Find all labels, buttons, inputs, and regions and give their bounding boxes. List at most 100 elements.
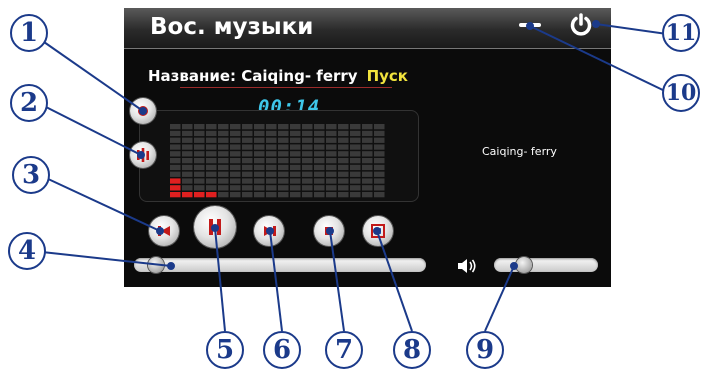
- equalizer-icon: [137, 148, 149, 162]
- spectrum-cell: [290, 185, 301, 191]
- spectrum-cell: [254, 124, 265, 130]
- spectrum-cell: [242, 171, 253, 177]
- spectrum-cell: [266, 144, 277, 150]
- spectrum-cell: [290, 144, 301, 150]
- spectrum-cell: [302, 192, 313, 198]
- spectrum-cell: [170, 178, 181, 184]
- window-title: Вос. музыки: [150, 14, 314, 40]
- equalizer-button[interactable]: [130, 142, 156, 168]
- stop-button[interactable]: [314, 216, 344, 246]
- track-name-label: Название: Caiqing- ferry: [148, 67, 358, 85]
- spectrum-cell: [350, 178, 361, 184]
- spectrum-cell: [266, 178, 277, 184]
- progress-thumb[interactable]: [147, 257, 164, 273]
- spectrum-cell: [206, 158, 217, 164]
- repeat-icon: [138, 106, 148, 116]
- track-underline: [180, 87, 392, 88]
- spectrum-cell: [182, 158, 193, 164]
- spectrum-cell: [206, 178, 217, 184]
- spectrum-cell: [170, 130, 181, 137]
- spectrum-cell: [314, 158, 325, 164]
- callout-2: 2: [10, 84, 48, 122]
- repeat-button[interactable]: [130, 98, 156, 124]
- power-icon[interactable]: [568, 12, 594, 38]
- spectrum-cell: [374, 124, 385, 130]
- spectrum-cell: [362, 171, 373, 177]
- spectrum-cell: [374, 171, 385, 177]
- progress-slider[interactable]: [134, 258, 426, 272]
- spectrum-cell: [218, 158, 229, 164]
- spectrum-cell: [290, 137, 301, 143]
- spectrum-cell: [230, 151, 241, 157]
- spectrum-cell: [374, 185, 385, 191]
- spectrum-cell: [242, 192, 253, 198]
- previous-button[interactable]: [149, 216, 179, 246]
- spectrum-cell: [278, 164, 289, 171]
- spectrum-cell: [302, 124, 313, 130]
- spectrum-cell: [218, 185, 229, 191]
- spectrum-cell: [266, 130, 277, 137]
- spectrum-cell: [266, 192, 277, 198]
- spectrum-cell: [206, 124, 217, 130]
- callout-9: 9: [466, 331, 504, 369]
- spectrum-cell: [338, 130, 349, 137]
- callout-4: 4: [8, 232, 46, 270]
- spectrum-cell: [290, 178, 301, 184]
- callout-8: 8: [393, 331, 431, 369]
- spectrum-cell: [374, 192, 385, 198]
- volume-slider[interactable]: [494, 258, 598, 272]
- spectrum-cell: [230, 164, 241, 171]
- spectrum-cell: [362, 130, 373, 137]
- spectrum-cell: [194, 185, 205, 191]
- spectrum-cell: [182, 171, 193, 177]
- spectrum-cell: [230, 124, 241, 130]
- spectrum-cell: [254, 137, 265, 143]
- spectrum-cell: [218, 171, 229, 177]
- next-button[interactable]: [254, 216, 284, 246]
- spectrum-cell: [230, 171, 241, 177]
- spectrum-cell: [338, 144, 349, 150]
- track-title-right: Caiqing- ferry: [482, 145, 557, 158]
- spectrum-cell: [326, 151, 337, 157]
- spectrum-cell: [230, 178, 241, 184]
- spectrum-cell: [170, 137, 181, 143]
- spectrum-cell: [218, 124, 229, 130]
- spectrum-cell: [350, 171, 361, 177]
- spectrum-cell: [242, 144, 253, 150]
- spectrum-cell: [254, 185, 265, 191]
- spectrum-cell: [278, 171, 289, 177]
- spectrum-cell: [362, 137, 373, 143]
- spectrum-cell: [338, 137, 349, 143]
- previous-icon: [158, 226, 170, 236]
- spectrum-cell: [362, 151, 373, 157]
- spectrum-cell: [218, 151, 229, 157]
- spectrum-cell: [314, 144, 325, 150]
- spectrum-cell: [182, 192, 193, 198]
- spectrum-cell: [374, 130, 385, 137]
- spectrum-cell: [350, 192, 361, 198]
- spectrum-cell: [194, 130, 205, 137]
- volume-thumb[interactable]: [516, 257, 532, 273]
- spectrum-cell: [314, 164, 325, 171]
- playlist-button[interactable]: [363, 216, 393, 246]
- spectrum-cell: [338, 178, 349, 184]
- spectrum-cell: [278, 178, 289, 184]
- spectrum-cell: [182, 164, 193, 171]
- callout-3: 3: [12, 156, 50, 194]
- spectrum-cell: [206, 164, 217, 171]
- callout-1: 1: [10, 14, 48, 52]
- spectrum-cell: [302, 144, 313, 150]
- minimize-icon[interactable]: [519, 20, 541, 30]
- play-pause-button[interactable]: [194, 206, 236, 248]
- spectrum-cell: [230, 144, 241, 150]
- spectrum-cell: [302, 185, 313, 191]
- speaker-icon: [456, 257, 478, 279]
- spectrum-cell: [182, 185, 193, 191]
- spectrum-cell: [290, 164, 301, 171]
- spectrum-cell: [194, 178, 205, 184]
- spectrum-cell: [314, 151, 325, 157]
- spectrum-cell: [254, 164, 265, 171]
- spectrum-cell: [350, 164, 361, 171]
- spectrum-cell: [230, 158, 241, 164]
- spectrum-cell: [170, 185, 181, 191]
